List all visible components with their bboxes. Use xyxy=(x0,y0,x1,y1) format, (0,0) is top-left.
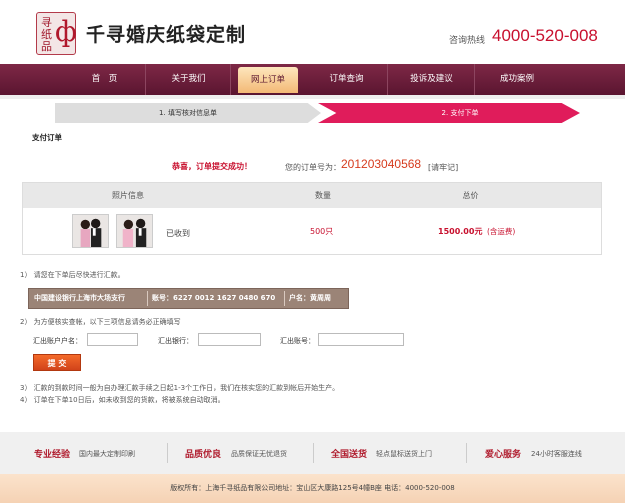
bank-name: 中国建设银行上海市大场支行 xyxy=(34,294,125,302)
table-header: 照片信息 数量 总价 xyxy=(23,183,601,208)
couple-photo-icon xyxy=(117,215,152,247)
nav-item-online-order[interactable]: 网上订单 xyxy=(238,67,298,93)
bank-divider xyxy=(284,291,285,306)
submit-button[interactable]: 提 交 xyxy=(33,354,81,371)
payer-bank-input[interactable] xyxy=(198,333,261,346)
order-number-label: 您的订单号为： xyxy=(285,163,341,172)
total-price: 1500.00元 xyxy=(438,227,483,236)
brand-title: 千寻婚庆纸袋定制 xyxy=(86,24,247,46)
payer-name-input[interactable] xyxy=(87,333,138,346)
nav-item-cases[interactable]: 成功案例 xyxy=(476,64,558,95)
order-number: 201203040568 xyxy=(341,157,422,171)
step-2-label: 2. 支付下单 xyxy=(441,109,479,117)
logo-text: 寻纸品 xyxy=(41,16,52,53)
price-note: (含运费) xyxy=(487,227,516,236)
instruction-4: 4） 订单在下单10日后，如未收到您的货款，将被系统自动取消。 xyxy=(20,396,225,404)
feature-title: 爱心服务 xyxy=(485,450,522,460)
quantity-value: 500只 xyxy=(310,227,334,236)
bank-info-bar: 中国建设银行上海市大场支行 账号：6227 0012 1627 0480 670… xyxy=(28,288,349,309)
feature-desc: 品质保证无忧退货 xyxy=(231,450,287,458)
nav-item-order-query[interactable]: 订单查询 xyxy=(306,64,388,95)
header-total: 总价 xyxy=(462,191,479,200)
success-message: 恭喜，订单提交成功！ xyxy=(172,162,252,171)
instruction-3: 3） 汇款的到款时间一般为自办理汇款手续之日起1-3个工作日，我们在核实您的汇款… xyxy=(20,384,340,392)
feature-title: 全国送货 xyxy=(331,450,368,460)
payer-account-label: 汇出账号： xyxy=(280,337,315,345)
feature-divider xyxy=(167,443,168,463)
photo-status: 已收到 xyxy=(166,229,190,238)
logo[interactable]: 寻纸品 ф xyxy=(36,12,77,55)
header: 寻纸品 ф 千寻婚庆纸袋定制 咨询热线 4000-520-008 xyxy=(0,0,625,64)
feature-desc: 轻点鼠标送货上门 xyxy=(376,450,432,458)
payer-account-input[interactable] xyxy=(318,333,404,346)
nav-item-about[interactable]: 关于我们 xyxy=(147,64,231,95)
bank-holder: 户名：黄周周 xyxy=(289,294,331,302)
couple-photo-icon xyxy=(73,215,108,247)
feature-title: 品质优良 xyxy=(185,450,222,460)
photo-thumbnail-1[interactable] xyxy=(72,214,109,248)
photo-thumbnail-2[interactable] xyxy=(116,214,153,248)
instruction-2: 2） 为方便核实查帐，以下三项信息请务必正确填写 xyxy=(20,318,181,326)
feature-title: 专业经验 xyxy=(34,450,71,460)
feature-divider xyxy=(466,443,467,463)
bank-account: 账号：6227 0012 1627 0480 670 xyxy=(152,294,276,302)
nav-item-home[interactable]: 首 页 xyxy=(64,64,146,95)
order-table: 照片信息 数量 总价 xyxy=(22,182,602,255)
feature-desc: 24小时客服连线 xyxy=(531,450,582,458)
payer-name-label: 汇出账户户名： xyxy=(33,337,82,345)
hotline-number: 4000-520-008 xyxy=(492,26,598,45)
nav-item-complaint[interactable]: 投诉及建议 xyxy=(389,64,475,95)
section-title: 支付订单 xyxy=(32,133,62,142)
logo-mark-icon: ф xyxy=(55,15,77,48)
payer-bank-label: 汇出银行： xyxy=(158,337,193,345)
step-1-label: 1. 填写核对信息单 xyxy=(159,109,217,117)
feature-divider xyxy=(313,443,314,463)
main-nav: 首 页 关于我们 网上订单 订单查询 投诉及建议 成功案例 xyxy=(0,64,625,95)
hotline-label: 咨询热线 xyxy=(449,36,486,46)
bank-divider xyxy=(147,291,148,306)
instruction-1: 1） 请您在下单后尽快进行汇款。 xyxy=(20,271,125,279)
nav-divider xyxy=(0,95,625,99)
feature-desc: 国内最大定制印刷 xyxy=(79,450,135,458)
order-number-note: [请牢记] xyxy=(428,163,459,172)
copyright-footer: 版权所有：上海千寻纸品有限公司地址：宝山区大康路125号4幢B座 电话：4000… xyxy=(0,474,625,503)
header-photo-info: 照片信息 xyxy=(112,191,144,200)
